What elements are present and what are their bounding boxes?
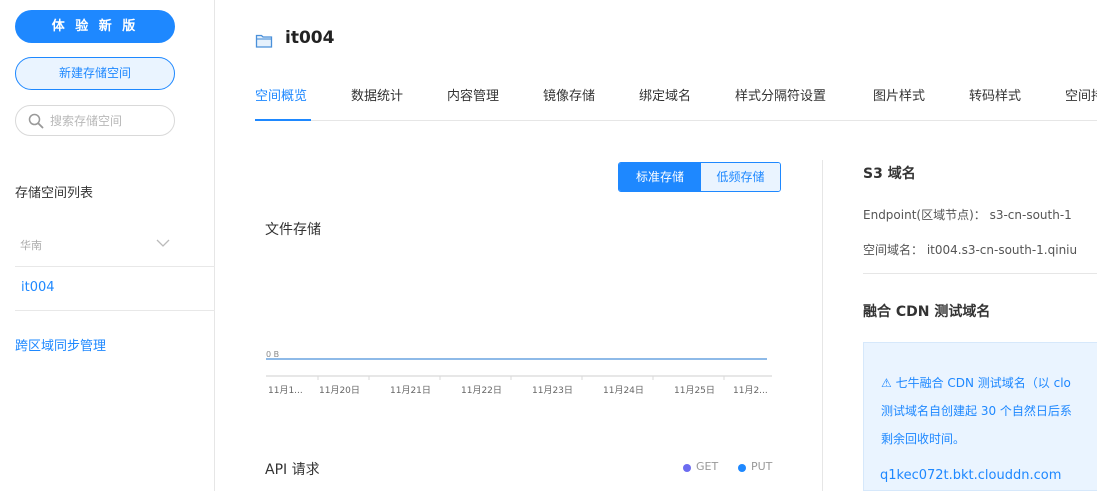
tab-overview[interactable]: 空间概览 [255,85,307,104]
s3-endpoint: Endpoint(区域节点)： s3-cn-south-1 [863,208,1072,222]
y-tick-label: 0 B [266,350,279,359]
tab-bar: 空间概览 数据统计 内容管理 镜像存储 绑定域名 样式分隔符设置 图片样式 转码… [255,85,1097,122]
tab-transcode-style[interactable]: 转码样式 [969,85,1021,104]
x-tick-label: 11月24日 [603,385,644,396]
api-requests-title: API 请求 [265,462,320,478]
low-frequency-storage-button[interactable]: 低频存储 [701,163,780,191]
sidebar-item-bucket[interactable]: it004 [21,280,55,295]
notice-line: 测试域名自创建起 30 个自然日后系 [881,404,1072,418]
new-bucket-button[interactable]: 新建存储空间 [15,57,175,90]
region-label[interactable]: 华南 [20,237,42,253]
x-tick-label: 11月22日 [461,385,502,396]
legend-put-dot [738,464,746,472]
tab-image-style[interactable]: 图片样式 [873,85,925,104]
active-tab-indicator [255,119,311,121]
column-divider [822,160,823,491]
tab-bar-border [255,120,1097,121]
cdn-test-domain-link[interactable]: q1kec072t.bkt.clouddn.com [880,468,1061,483]
x-tick-label: 11月1... [268,385,303,396]
sidebar: 体 验 新 版 新建存储空间 存储空间列表 华南 it004 跨区域同步管理 [0,0,215,491]
standard-storage-button[interactable]: 标准存储 [619,163,701,191]
page-title: it004 [285,28,335,48]
tab-domain[interactable]: 绑定域名 [639,85,691,104]
s3-domain-title: S3 域名 [863,166,916,182]
x-tick-label: 11月20日 [319,385,360,396]
tab-statistics[interactable]: 数据统计 [351,85,403,104]
bucket-list-title: 存储空间列表 [15,186,94,201]
tab-separator[interactable]: 样式分隔符设置 [735,85,826,104]
divider [15,310,215,311]
search-icon [28,113,44,129]
notice-line: 剩余回收时间。 [881,432,966,446]
divider [863,273,1097,274]
file-storage-chart: 0 B 11月1... 11月20日 11月21日 11月22日 11月23日 11月24日… [266,350,772,396]
legend-get-label[interactable]: GET [696,460,718,473]
x-tick-label: 11月21日 [390,385,431,396]
try-new-version-button[interactable]: 体 验 新 版 [15,10,175,43]
legend-put-label[interactable]: PUT [751,460,772,473]
file-storage-title: 文件存储 [265,222,321,238]
bucket-icon [255,34,273,48]
x-tick-label: 11月25日 [674,385,715,396]
legend-get-dot [683,464,691,472]
s3-bucket-domain: 空间域名： it004.s3-cn-south-1.qiniu [863,243,1078,257]
cross-region-sync-link[interactable]: 跨区域同步管理 [15,335,106,354]
tab-content[interactable]: 内容管理 [447,85,499,104]
divider [15,266,215,267]
cdn-test-domain-title: 融合 CDN 测试域名 [863,304,991,320]
tab-more[interactable]: 空间持 [1065,85,1097,104]
x-tick-label: 11月2... [733,385,768,396]
chevron-down-icon[interactable] [156,238,170,248]
notice-line: ⚠ 七牛融合 CDN 测试域名（以 clo [881,376,1071,390]
search-input[interactable] [50,111,168,131]
search-box[interactable] [15,105,175,136]
storage-type-toggle: 标准存储 低频存储 [618,162,781,192]
x-tick-label: 11月23日 [532,385,573,396]
tab-mirror[interactable]: 镜像存储 [543,85,595,104]
